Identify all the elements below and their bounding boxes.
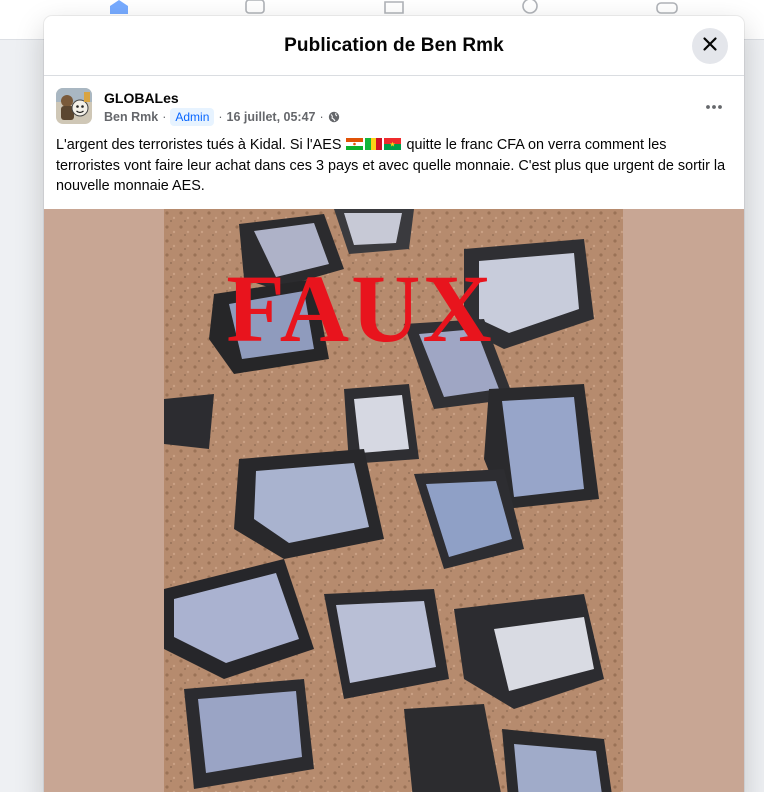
fact-check-stamp: FAUX xyxy=(226,255,494,362)
close-button[interactable] xyxy=(692,28,728,64)
author-link[interactable]: Ben Rmk xyxy=(104,107,158,127)
post-timestamp-link[interactable]: 16 juillet, 05:47 xyxy=(227,107,316,127)
post-image[interactable]: FAUX xyxy=(44,209,744,792)
home-icon[interactable] xyxy=(108,0,130,14)
marketplace-icon[interactable] xyxy=(383,0,405,14)
separator: · xyxy=(162,110,167,124)
admin-badge: Admin xyxy=(170,108,215,126)
post-meta: Ben Rmk · Admin · 16 juillet, 05:47 · xyxy=(104,107,340,127)
more-options-icon xyxy=(705,97,723,115)
close-icon xyxy=(702,36,718,57)
niger-flag xyxy=(345,137,364,153)
group-avatar[interactable] xyxy=(56,88,92,124)
post-text-part1: L'argent des terroristes tués à Kidal. S… xyxy=(56,137,346,153)
dialog-header: Publication de Ben Rmk xyxy=(44,16,744,76)
post-dialog: Publication de Ben Rmk GLOBALes Ben Rmk … xyxy=(44,16,744,792)
watch-icon[interactable] xyxy=(244,0,266,14)
more-options-button[interactable] xyxy=(696,94,732,118)
separator: · xyxy=(218,110,223,124)
burkina-faso-flag xyxy=(383,137,402,153)
separator: · xyxy=(319,110,324,124)
globe-icon xyxy=(328,111,340,123)
group-name-link[interactable]: GLOBALes xyxy=(104,89,340,107)
post-header: GLOBALes Ben Rmk · Admin · 16 juillet, 0… xyxy=(44,76,744,128)
gaming-icon[interactable] xyxy=(656,0,678,14)
dialog-title: Publication de Ben Rmk xyxy=(284,34,504,56)
mali-flag xyxy=(364,137,383,153)
groups-icon[interactable] xyxy=(519,0,541,14)
